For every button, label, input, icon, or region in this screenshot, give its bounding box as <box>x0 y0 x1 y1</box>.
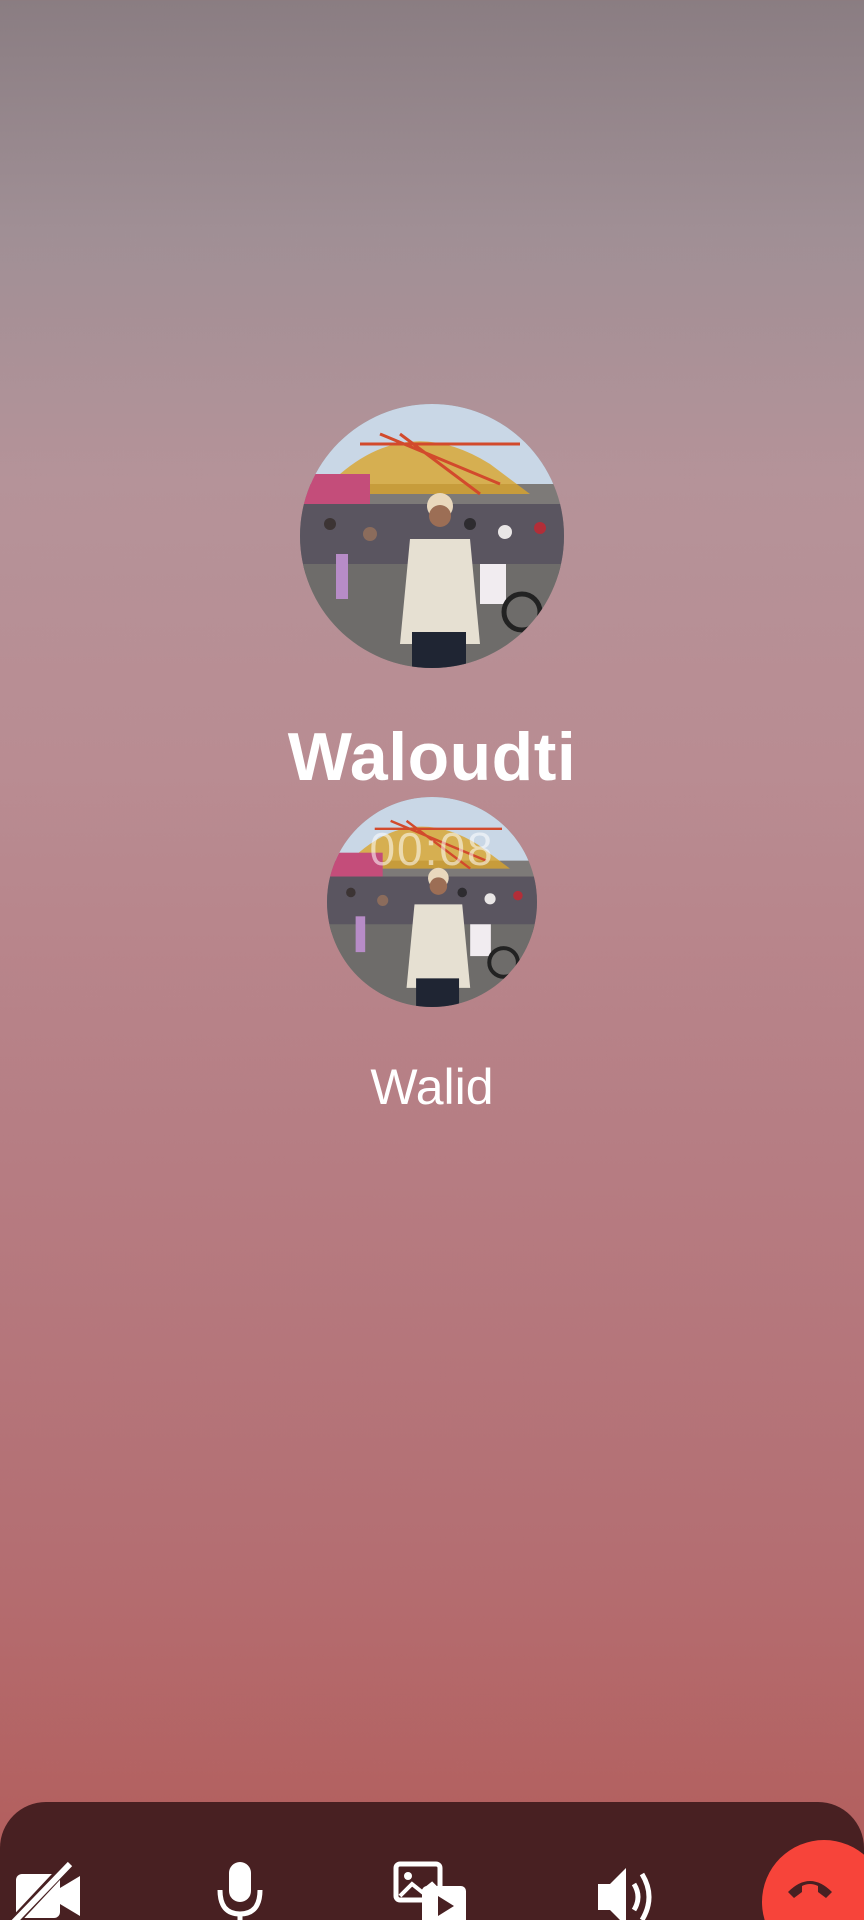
microphone-icon <box>217 1862 263 1920</box>
media-share-icon <box>393 1861 466 1920</box>
video-toggle-button[interactable] <box>0 1860 92 1920</box>
speaker-icon <box>598 1868 652 1920</box>
media-share-button[interactable] <box>386 1860 478 1920</box>
phone-hangup-icon <box>788 1881 832 1898</box>
participant-name: Walid <box>370 1059 494 1115</box>
caller-avatar <box>300 404 564 668</box>
speaker-button[interactable] <box>580 1860 672 1920</box>
video-off-icon <box>8 1860 80 1920</box>
call-timer: 00:08 <box>369 823 495 875</box>
microphone-button[interactable] <box>194 1860 286 1920</box>
caller-name: Waloudti <box>287 719 577 795</box>
